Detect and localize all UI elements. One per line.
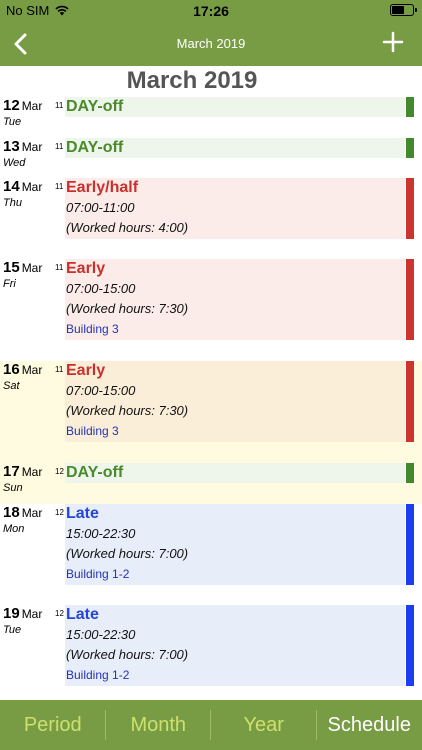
shift-entry[interactable]: Late 15:00-22:30 (Worked hours: 7:00) Bu… [65,504,405,585]
shift-entry[interactable]: Early 07:00-15:00 (Worked hours: 7:30) B… [65,259,405,340]
plus-icon[interactable] [382,31,404,53]
shift-name: DAY-off [66,98,124,115]
worked-hours: (Worked hours: 7:30) [66,301,189,316]
tab-label: Year [243,713,284,736]
worked-hours: (Worked hours: 4:00) [66,220,189,235]
tab-label: Period [23,713,82,736]
worked-hours: (Worked hours: 7:00) [66,647,189,662]
date-label: 14 Mar Thu [3,178,43,209]
day-row-14[interactable]: 14 Mar Thu 11 Early/half 07:00-11:00 (Wor… [0,178,422,260]
shift-color-bar [406,463,414,483]
shift-time: 07:00-15:00 [66,281,136,296]
shift-location: Building 3 [66,424,119,438]
shift-name: DAY-off [66,464,124,481]
week-number: 11 [55,182,64,191]
battery-icon [390,4,417,16]
shift-entry[interactable]: Early 07:00-15:00 (Worked hours: 7:30) B… [65,361,405,442]
date-label: 16 Mar Sat [3,361,43,392]
week-number: 11 [55,263,64,272]
week-number: 11 [55,365,64,374]
nav-bar: March 2019 [0,22,422,66]
date-label: 12 Mar Tue [3,97,43,128]
date-label: 18 Mar Mon [3,504,43,535]
shift-color-bar [406,97,414,117]
shift-time: 15:00-22:30 [66,627,136,642]
shift-location: Building 3 [66,322,119,336]
tab-schedule[interactable]: Schedule [317,700,422,750]
tab-label: Schedule [327,713,411,736]
day-row-16[interactable]: 16 Mar Sat 11 Early 07:00-15:00 (Worked h… [0,361,422,463]
shift-time: 07:00-11:00 [66,200,135,215]
day-row-19[interactable]: 19 Mar Tue 12 Late 15:00-22:30 (Worked ho… [0,605,422,700]
shift-name: Early/half [66,179,139,196]
date-label: 15 Mar Fri [3,259,43,290]
shift-entry[interactable]: DAY-off [65,463,405,483]
status-bar: No SIM 17:26 [0,0,422,22]
month-title: March 2019 [126,67,258,94]
shift-location: Building 1-2 [66,567,130,581]
week-number: 11 [55,101,64,110]
tab-period[interactable]: Period [0,700,106,750]
tab-month[interactable]: Month [106,700,211,750]
tab-label: Month [130,713,187,736]
shift-color-bar [406,504,414,585]
status-time: 17:26 [193,3,229,19]
shift-entry[interactable]: Late 15:00-22:30 (Worked hours: 7:00) Bu… [65,605,405,686]
shift-color-bar [406,138,414,158]
shift-entry[interactable]: Early/half 07:00-11:00 (Worked hours: 4:… [65,178,405,239]
shift-color-bar [406,361,414,442]
shift-entry[interactable]: DAY-off [65,97,405,117]
week-number: 12 [55,609,64,618]
shift-name: Late [66,606,99,623]
date-label: 19 Mar Tue [3,605,43,636]
week-number: 12 [55,467,64,476]
nav-title: March 2019 [176,36,246,51]
shift-color-bar [406,605,414,686]
day-row-17[interactable]: 17 Mar Sun 12 DAY-off [0,463,422,504]
shift-name: Early [66,260,106,277]
shift-entry[interactable]: DAY-off [65,138,405,158]
date-label: 17 Mar Sun [3,463,43,494]
tab-bar: Period Month Year Schedule [0,700,422,750]
day-row-15[interactable]: 15 Mar Fri 11 Early 07:00-15:00 (Worked h… [0,259,422,361]
tab-year[interactable]: Year [211,700,317,750]
shift-color-bar [406,259,414,340]
date-label: 13 Mar Wed [3,138,43,169]
day-row-12[interactable]: 12 Mar Tue 11 DAY-off [0,97,422,138]
shift-location: Building 1-2 [66,668,130,682]
week-number: 11 [55,142,64,151]
shift-time: 15:00-22:30 [66,526,136,541]
week-number: 12 [55,508,64,517]
shift-time: 07:00-15:00 [66,383,136,398]
shift-color-bar [406,178,414,239]
worked-hours: (Worked hours: 7:30) [66,403,189,418]
schedule-list[interactable]: March 2019 12 Mar Tue 11 DAY-off 13 Mar We… [0,66,422,700]
shift-name: DAY-off [66,139,124,156]
shift-name: Late [66,505,99,522]
worked-hours: (Worked hours: 7:00) [66,546,189,561]
day-row-13[interactable]: 13 Mar Wed 11 DAY-off [0,138,422,179]
shift-name: Early [66,362,106,379]
day-row-18[interactable]: 18 Mar Mon 12 Late 15:00-22:30 (Worked ho… [0,504,422,606]
